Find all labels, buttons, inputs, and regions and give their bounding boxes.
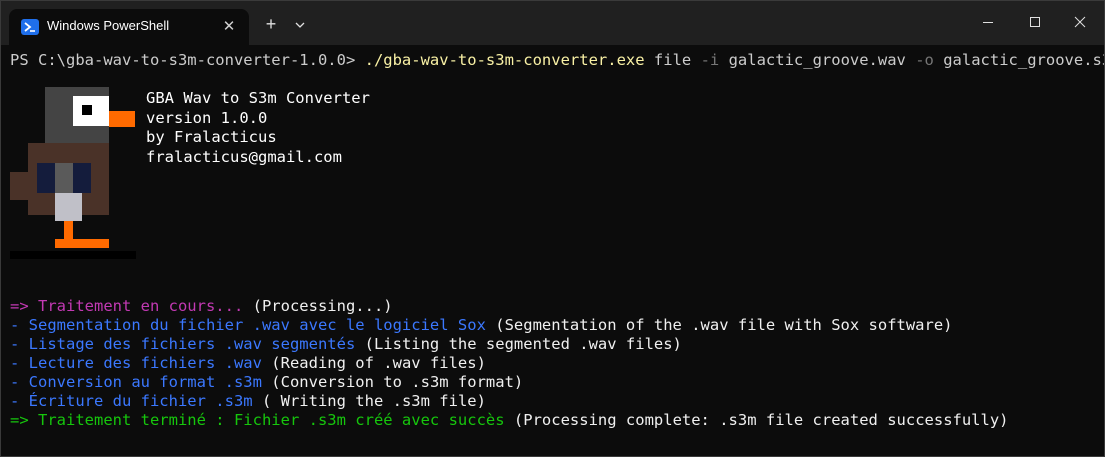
close-icon[interactable]: ✕ bbox=[219, 17, 239, 37]
status-text: => Traitement terminé : Fichier .s3m cré… bbox=[10, 411, 505, 429]
command-flag: -o bbox=[915, 51, 934, 69]
command-flag: -i bbox=[700, 51, 720, 69]
output-line: - Listage des fichiers .wav segmentés (L… bbox=[10, 335, 682, 354]
plus-icon[interactable]: + bbox=[259, 13, 283, 37]
powershell-window: Windows PowerShell ✕ + PS C:\gba-wav-to-… bbox=[0, 0, 1105, 457]
translation-text: (Processing...) bbox=[243, 297, 393, 315]
output-line: - Lecture des fichiers .wav (Reading of … bbox=[10, 354, 486, 373]
powershell-icon bbox=[21, 19, 39, 35]
terminal-output[interactable]: PS C:\gba-wav-to-s3m-converter-1.0.0> ./… bbox=[1, 45, 1104, 456]
output-line: => Traitement terminé : Fichier .s3m cré… bbox=[10, 411, 1009, 430]
command-arg: galactic_groove.s3m bbox=[933, 51, 1105, 69]
title-bar: Windows PowerShell ✕ + bbox=[1, 1, 1104, 45]
output-line: => Traitement en cours... (Processing...… bbox=[10, 297, 393, 316]
minimize-icon[interactable] bbox=[965, 7, 1011, 37]
output-line: - Segmentation du fichier .wav avec le l… bbox=[10, 316, 953, 335]
status-text: - Lecture des fichiers .wav bbox=[10, 354, 262, 372]
app-author: by Fralacticus bbox=[146, 128, 277, 146]
app-email: fralacticus@gmail.com bbox=[146, 147, 342, 166]
tab-title: Windows PowerShell bbox=[47, 18, 170, 33]
close-icon[interactable] bbox=[1057, 7, 1103, 37]
translation-text: (Processing complete: .s3m file created … bbox=[504, 411, 1009, 429]
command: ./gba-wav-to-s3m-converter.exe bbox=[364, 51, 645, 69]
translation-text: (Listing the segmented .wav files) bbox=[355, 335, 682, 353]
status-text: - Conversion au format .s3m bbox=[10, 373, 262, 391]
chevron-down-icon[interactable] bbox=[290, 14, 310, 36]
status-text: - Segmentation du fichier .wav avec le l… bbox=[10, 316, 486, 334]
output-line: - Écriture du fichier .s3m ( Writing the… bbox=[10, 392, 486, 411]
status-text: - Listage des fichiers .wav segmentés bbox=[10, 335, 356, 353]
app-title: GBA Wav to S3m Converter bbox=[146, 89, 370, 107]
tab-windows-powershell[interactable]: Windows PowerShell ✕ bbox=[9, 9, 249, 45]
translation-text: (Reading of .wav files) bbox=[261, 354, 486, 372]
output-line: - Conversion au format .s3m (Conversion … bbox=[10, 373, 523, 392]
status-text: - Écriture du fichier .s3m bbox=[10, 392, 253, 410]
maximize-icon[interactable] bbox=[1011, 7, 1057, 37]
translation-text: (Segmentation of the .wav file with Sox … bbox=[485, 316, 953, 334]
pigeon-pixel-art bbox=[10, 87, 136, 259]
status-text: => Traitement en cours... bbox=[10, 297, 244, 315]
translation-text: ( Writing the .s3m file) bbox=[252, 392, 486, 410]
command-line: PS C:\gba-wav-to-s3m-converter-1.0.0> ./… bbox=[10, 51, 1105, 70]
app-version: version 1.0.0 bbox=[146, 108, 268, 127]
command-arg: file bbox=[644, 51, 701, 69]
command-arg: galactic_groove.wav bbox=[719, 51, 916, 69]
translation-text: (Conversion to .s3m format) bbox=[261, 373, 524, 391]
